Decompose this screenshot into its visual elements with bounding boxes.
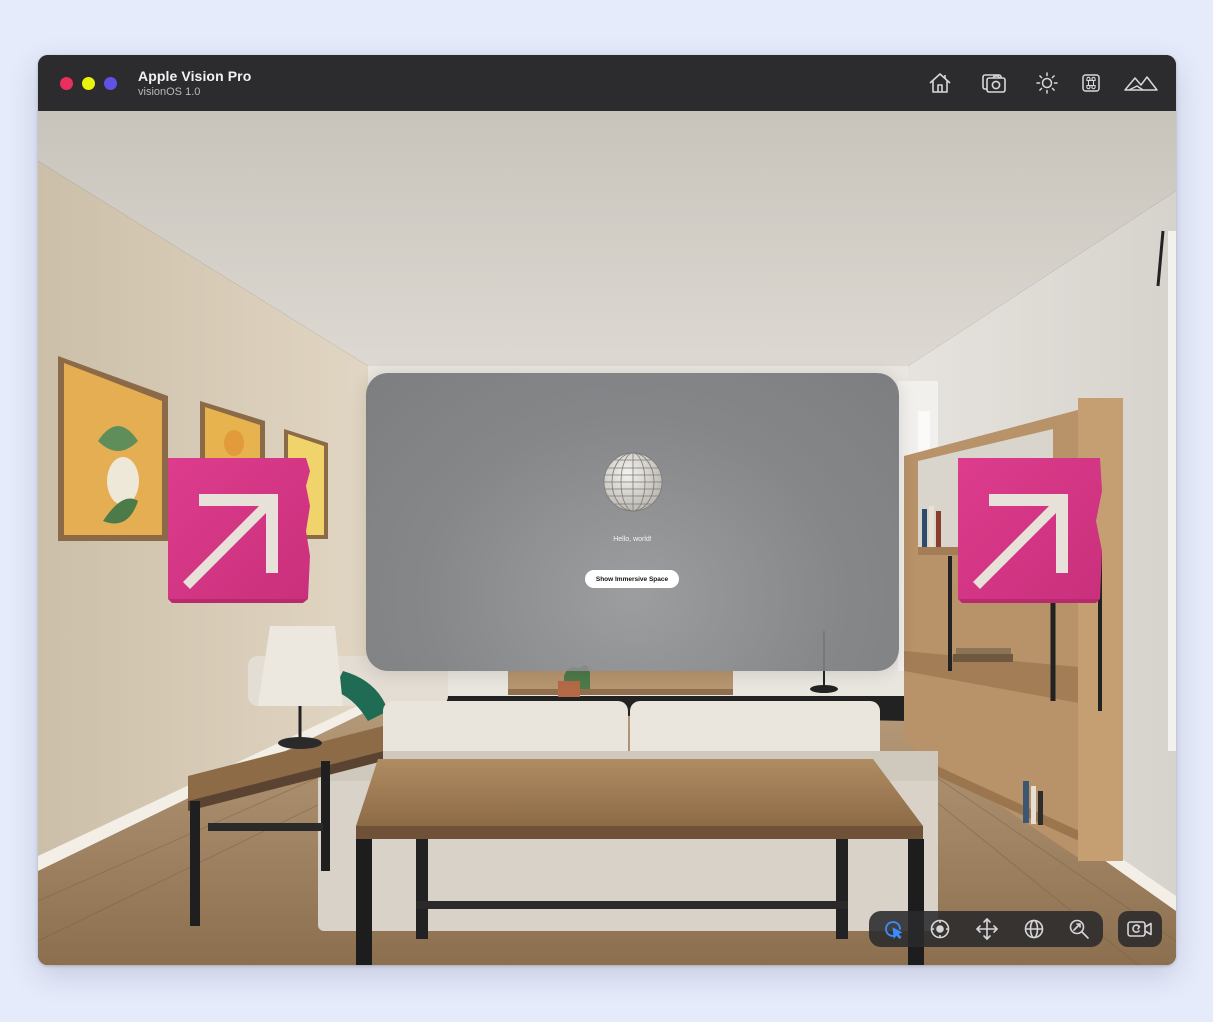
greeting-text: Hello, world!: [613, 536, 652, 543]
pan-tool-icon[interactable]: [973, 915, 1001, 943]
close-button[interactable]: [60, 77, 73, 90]
app-window-panel: Hello, world! Show Immersive Space: [366, 373, 899, 671]
home-icon[interactable]: [926, 69, 954, 97]
window-subtitle: visionOS 1.0: [138, 86, 201, 98]
show-immersive-space-button[interactable]: Show Immersive Space: [585, 570, 679, 588]
window-title: Apple Vision Pro: [138, 68, 252, 84]
pink-arrow-box-left: [168, 458, 310, 603]
minimize-button[interactable]: [82, 77, 95, 90]
look-around-tool-icon[interactable]: [926, 915, 954, 943]
scenery-mountains-icon[interactable]: [1124, 69, 1158, 97]
room-scene[interactable]: Hello, world! Show Immersive Space: [38, 111, 1176, 965]
brightness-icon[interactable]: [1033, 69, 1061, 97]
command-icon[interactable]: [1077, 69, 1105, 97]
select-tool-icon[interactable]: [879, 915, 907, 943]
globe-icon: [603, 452, 663, 512]
interaction-toolbar: [869, 911, 1103, 947]
screenshot-camera-icon[interactable]: [980, 69, 1008, 97]
zoom-tool-icon[interactable]: [1065, 915, 1093, 943]
pink-arrow-box-right: [958, 458, 1102, 603]
reset-camera-icon[interactable]: [1118, 911, 1162, 947]
simulator-window: Apple Vision Pro visionOS 1.0 Hello, wor…: [38, 55, 1176, 965]
orbit-tool-icon[interactable]: [1020, 915, 1048, 943]
zoom-button[interactable]: [104, 77, 117, 90]
title-bar: Apple Vision Pro visionOS 1.0: [38, 55, 1176, 111]
